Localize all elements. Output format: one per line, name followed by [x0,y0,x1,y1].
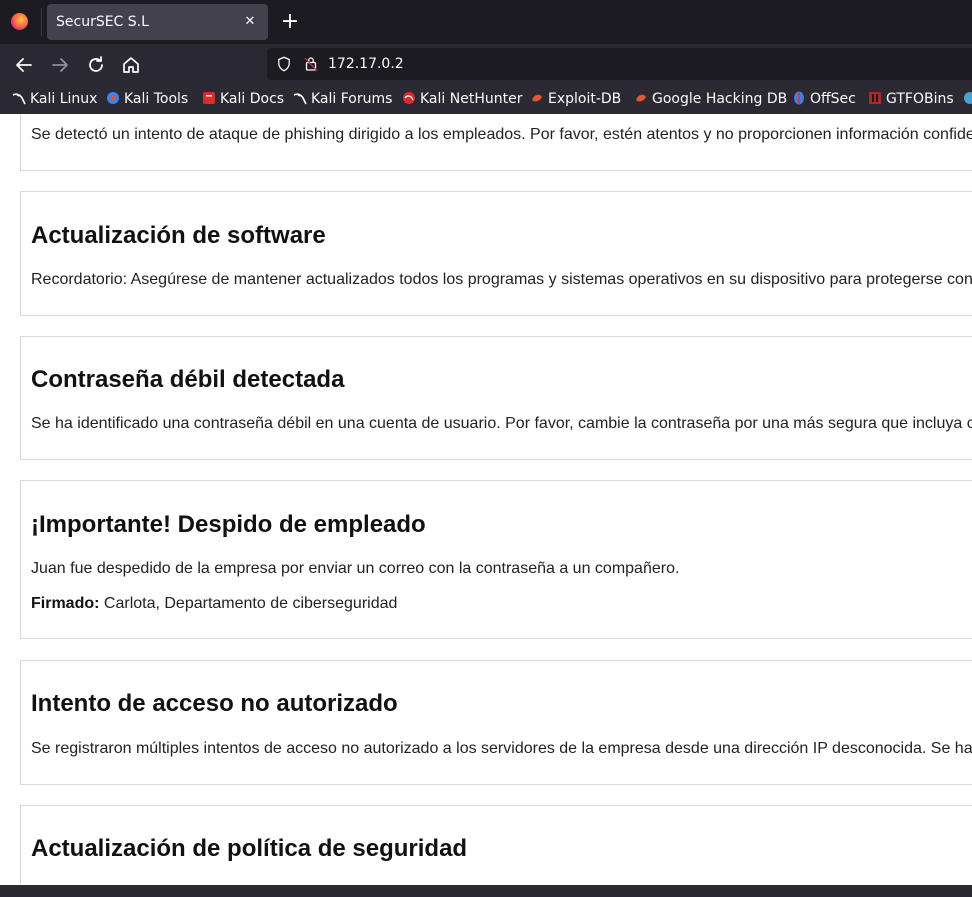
bookmark-label: Kali Forums [311,91,393,107]
bookmark-label: Kali NetHunter [420,91,523,107]
bottom-edge [0,885,972,897]
lock-icon[interactable] [302,55,320,73]
close-icon[interactable]: ✕ [241,12,259,30]
notice-title: Actualización de software [31,222,326,249]
signature-label: Firmado: [31,595,100,612]
bookmark-label: Google Hacking DB [652,91,788,107]
tab-title: SecurSEC S.L [56,14,149,30]
bookmark-exploit-db[interactable]: Exploit-DB [530,91,621,109]
notice-card-security-policy: Actualización de política de seguridad [20,805,972,885]
gtfobins-icon [869,92,881,104]
new-tab-button[interactable]: + [279,9,301,35]
url-bar[interactable]: 172.17.0.2 [267,48,972,80]
bookmarks-toolbar: Kali Linux Kali Tools Kali Docs Kali For… [0,86,972,114]
home-icon[interactable] [119,53,143,77]
forward-arrow-icon[interactable] [48,53,72,77]
bookmark-label: Kali Tools [124,91,189,107]
reload-icon[interactable] [84,53,108,77]
signature-value: Carlota, Departamento de ciberseguridad [103,595,398,612]
kali-tools-icon [107,92,119,104]
bookmark-label: OffSec [810,91,856,107]
kali-docs-icon [203,92,215,104]
notice-title: Actualización de política de seguridad [31,835,468,862]
notice-text: Se detectó un intento de ataque de phish… [31,126,972,143]
notice-card-software-update: Actualización de software Recordatorio: … [20,191,972,316]
url-text[interactable]: 172.17.0.2 [328,56,404,72]
notice-card-weak-password: Contraseña débil detectada Se ha identif… [20,336,972,460]
bookmark-gtfobins[interactable]: GTFOBins [868,91,954,109]
notice-title: Intento de acceso no autorizado [31,690,398,717]
notice-text: Juan fue despedido de la empresa por env… [31,560,680,577]
tab-bar: SecurSEC S.L ✕ + [0,0,972,44]
notice-title: Contraseña débil detectada [31,366,345,393]
bookmark-offsec[interactable]: OffSec [792,91,856,109]
bookmark-kali-tools[interactable]: Kali Tools [106,91,188,109]
bookmark-kali-forums[interactable]: Kali Forums [293,91,392,109]
bookmark-label: Exploit-DB [548,91,622,107]
tab-securesec[interactable]: SecurSEC S.L ✕ [47,4,268,40]
shield-icon[interactable] [275,55,293,73]
navigation-bar: 172.17.0.2 [0,44,972,86]
bookmark-label: Kali Linux [30,91,98,107]
nethunter-icon [403,92,415,104]
bookmark-kali-nethunter[interactable]: Kali NetHunter [402,91,522,109]
tab-separator [41,8,42,36]
notice-text: Recordatorio: Asegúrese de mantener actu… [31,271,972,288]
firefox-icon[interactable] [11,13,28,30]
notice-title: ¡Importante! Despido de empleado [31,511,426,538]
notice-signature: Firmado: Carlota, Departamento de cibers… [31,595,397,613]
notice-card-employee-dismissal: ¡Importante! Despido de empleado Juan fu… [20,480,972,639]
notice-card-phishing: Se detectó un intento de ataque de phish… [20,114,972,171]
globe-icon [964,92,972,104]
notice-card-unauthorized-access: Intento de acceso no autorizado Se regis… [20,660,972,785]
offsec-icon [794,91,804,105]
ghdb-icon [636,94,646,102]
kali-dragon-icon [293,93,307,105]
bookmark-kali-docs[interactable]: Kali Docs [202,91,284,109]
kali-dragon-icon [12,93,26,105]
notice-text: Se ha identificado una contraseña débil … [31,415,972,432]
back-arrow-icon[interactable] [12,53,36,77]
notice-text: Se registraron múltiples intentos de acc… [31,740,972,757]
bookmark-google-hacking-db[interactable]: Google Hacking DB [634,91,787,109]
page-content: Se detectó un intento de ataque de phish… [0,114,972,885]
bookmark-label: GTFOBins [886,91,954,107]
bookmark-overflow[interactable] [963,91,972,109]
bookmark-kali-linux[interactable]: Kali Linux [12,91,97,109]
bookmark-label: Kali Docs [220,91,285,107]
exploit-db-icon [532,94,542,102]
